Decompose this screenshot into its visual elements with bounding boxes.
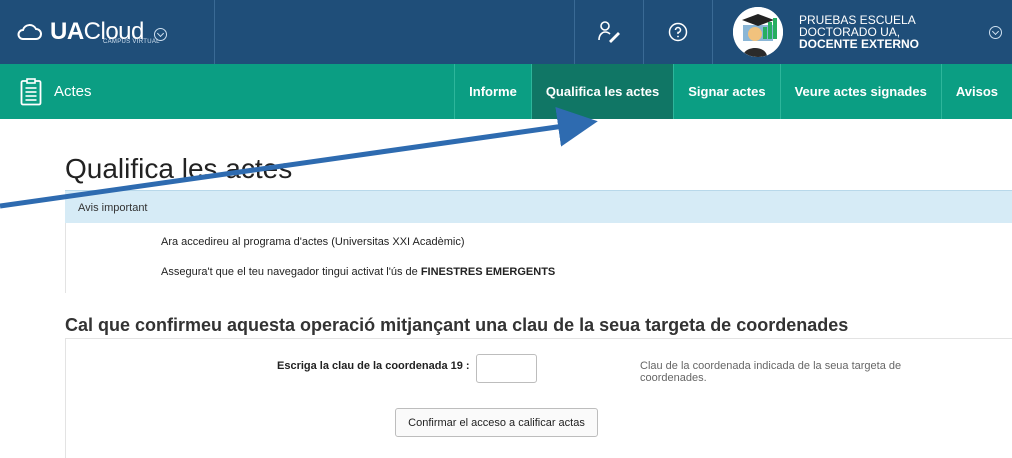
brand-bold: UA	[50, 18, 84, 45]
coordinate-input[interactable]	[476, 354, 537, 383]
signature-button[interactable]	[574, 0, 643, 64]
section-label: Actes	[54, 83, 92, 100]
notice-line-2-text: Assegura't que el teu navegador tingui a…	[161, 266, 421, 278]
notice-body: Ara accedireu al programa d'actes (Unive…	[65, 223, 1012, 293]
tab-informe[interactable]: Informe	[454, 64, 531, 119]
section-title: Actes	[0, 64, 454, 119]
nav-bar: Actes Informe Qualifica les actes Signar…	[0, 64, 1012, 119]
user-name: PRUEBAS ESCUELA DOCTORADO UA, DOCENTE EX…	[799, 14, 919, 50]
notice-header: Avis important	[65, 190, 1012, 223]
coordinate-form	[65, 338, 1012, 458]
top-bar: UA Cloud CAMPUS VIRTUAL PRUEBAS ESCUELA …	[0, 0, 1012, 64]
help-button[interactable]	[643, 0, 712, 64]
user-line-3: DOCENTE EXTERNO	[799, 37, 920, 51]
confirm-title: Cal que confirmeu aquesta operació mitja…	[65, 315, 849, 335]
clipboard-icon	[20, 77, 42, 105]
page-title: Qualifica les actes	[65, 153, 293, 184]
avatar	[733, 7, 783, 57]
notice-line-2-bold: FINESTRES EMERGENTS	[420, 266, 556, 278]
tab-veure-actes-signades[interactable]: Veure actes signades	[779, 64, 941, 119]
top-spacer	[215, 0, 574, 64]
brand-subtitle: CAMPUS VIRTUAL	[103, 39, 160, 45]
tab-qualifica-les-actes[interactable]: Qualifica les actes	[530, 64, 674, 119]
confirm-button[interactable]: Confirmar el acceso a calificar actas	[395, 408, 598, 437]
uacloud-logo[interactable]: UA Cloud CAMPUS VIRTUAL	[0, 0, 215, 64]
coordinate-help: Clau de la coordenada indicada de la seu…	[640, 360, 902, 384]
user-menu[interactable]: PRUEBAS ESCUELA DOCTORADO UA, DOCENTE EX…	[712, 0, 1012, 64]
help-icon	[668, 22, 688, 42]
tab-signar-actes[interactable]: Signar actes	[673, 64, 779, 119]
cloud-icon	[17, 24, 42, 40]
chevron-down-icon[interactable]	[989, 26, 1002, 39]
notice-line-1: Ara accedireu al programa d'actes (Unive…	[161, 236, 465, 248]
tab-avisos[interactable]: Avisos	[940, 64, 1012, 119]
user-signature-icon	[598, 21, 620, 43]
notice-line-2: Assegura't que el teu navegador tingui a…	[161, 266, 555, 278]
coordinate-label: Escriga la clau de la coordenada 19 :	[277, 360, 470, 372]
